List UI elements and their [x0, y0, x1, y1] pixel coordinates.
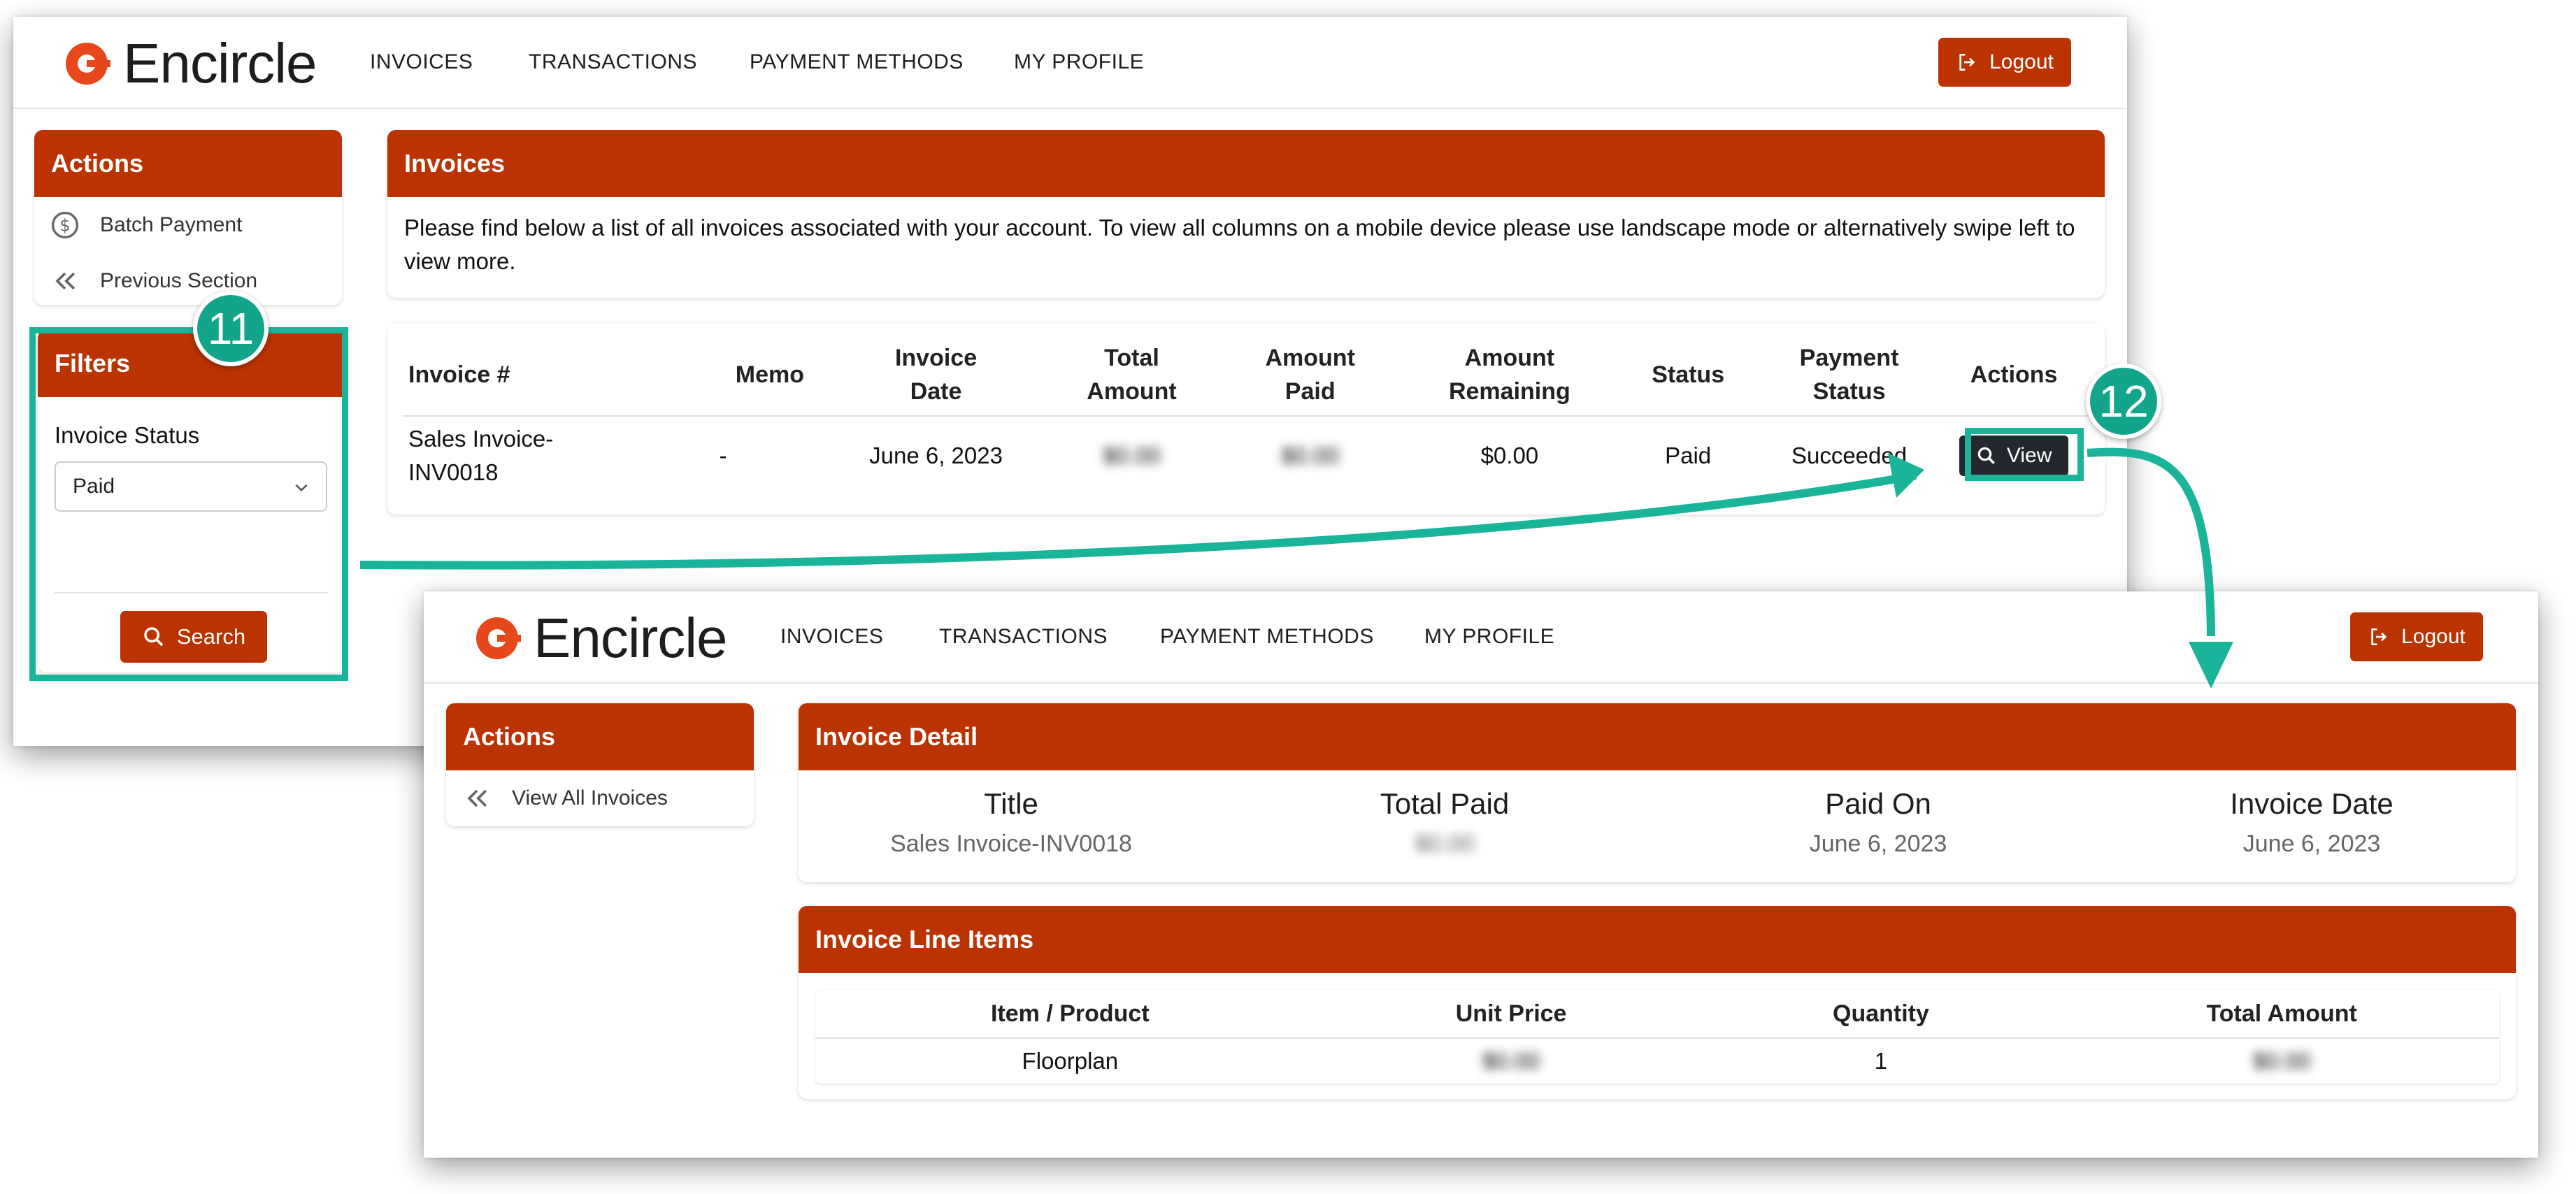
brand-name: Encircle [123, 32, 317, 94]
table-header-row: Invoice # Memo Invoice Date Total Amount… [403, 334, 2089, 417]
filters-highlight-box [29, 327, 348, 681]
invoices-table-panel: Invoice # Memo Invoice Date Total Amount… [387, 323, 2105, 515]
encircle-logo-icon [66, 43, 110, 85]
view-all-invoices-label: View All Invoices [512, 786, 668, 810]
line-items-title: Invoice Line Items [799, 906, 2516, 973]
detail-total-paid: Total Paid $0.00 [1263, 787, 1626, 858]
cell-invoice: Sales Invoice-INV0018 [408, 426, 554, 485]
encircle-logo[interactable]: Encircle [476, 607, 728, 670]
invoices-title: Invoices [387, 130, 2105, 197]
nav-transactions[interactable]: TRANSACTIONS [939, 625, 1108, 649]
top-nav: Encircle INVOICES TRANSACTIONS PAYMENT M… [13, 17, 2127, 109]
actions-title: Actions [446, 703, 754, 770]
cell-invoice-date: June 6, 2023 [869, 443, 1003, 468]
cell-memo: - [719, 443, 727, 468]
nav-my-profile[interactable]: MY PROFILE [1424, 625, 1554, 649]
view-button-highlight-box [1965, 428, 2084, 481]
invoice-detail-panel: Invoice Detail Title Sales Invoice-INV00… [799, 703, 2516, 882]
col-memo: Memo [713, 334, 827, 417]
detail-invoice-date: Invoice Date June 6, 2023 [2130, 787, 2493, 858]
line-items-panel: Invoice Line Items Item / Product Unit P… [799, 906, 2516, 1099]
table-row: Sales Invoice-INV0018 - June 6, 2023 $0.… [403, 416, 2089, 495]
cell-payment-status: Succeeded [1791, 443, 1908, 468]
col-quantity: Quantity [1697, 990, 2065, 1039]
detail-total-paid-label: Total Paid [1380, 787, 1510, 820]
line-items-table: Item / Product Unit Price Quantity Total… [815, 990, 2499, 1084]
invoices-table: Invoice # Memo Invoice Date Total Amount… [403, 334, 2089, 495]
double-chevron-left-icon [467, 789, 487, 807]
actions-panel: Actions View All Invoices [446, 703, 754, 826]
logout-icon [2371, 628, 2387, 645]
cell-total: $0.00 [2252, 1048, 2311, 1074]
col-unit-price: Unit Price [1324, 990, 1698, 1039]
cell-unit-price: $0.00 [1482, 1048, 1540, 1074]
cell-amount-remaining: $0.00 [1480, 443, 1539, 468]
detail-title: Title Sales Invoice-INV0018 [829, 787, 1193, 858]
invoices-description: Please find below a list of all invoices… [404, 215, 2075, 274]
detail-title-label: Title [984, 787, 1038, 820]
detail-invoice-date-value: June 6, 2023 [2242, 830, 2381, 857]
col-status: Status [1616, 334, 1760, 417]
nav-my-profile[interactable]: MY PROFILE [1014, 50, 1144, 74]
cell-item: Floorplan [1022, 1048, 1119, 1074]
top-nav: Encircle INVOICES TRANSACTIONS PAYMENT M… [424, 591, 2538, 684]
callout-badge-12: 12 [2086, 364, 2161, 439]
detail-paid-on-value: June 6, 2023 [1809, 830, 1947, 857]
logout-label: Logout [2401, 625, 2466, 648]
logout-icon [1959, 54, 1975, 71]
batch-payment-label: Batch Payment [100, 213, 243, 236]
logout-button[interactable]: Logout [2350, 612, 2483, 661]
view-all-invoices-action[interactable]: View All Invoices [461, 777, 668, 819]
double-chevron-left-icon [55, 272, 76, 290]
line-items-table-wrap: Item / Product Unit Price Quantity Total… [815, 990, 2499, 1084]
col-actions: Actions [1938, 334, 2089, 417]
actions-panel: Actions $ Batch Payment Previous Section [34, 130, 342, 305]
cell-amount-paid: $0.00 [1281, 443, 1339, 468]
invoices-panel: Invoices Please find below a list of all… [387, 130, 2105, 298]
col-invoice: Invoice # [403, 334, 714, 417]
cell-total-amount: $0.00 [1103, 443, 1161, 468]
col-amount-remaining: Amount Remaining [1403, 334, 1617, 417]
table-header-row: Item / Product Unit Price Quantity Total… [815, 990, 2499, 1039]
previous-section-label: Previous Section [100, 269, 258, 292]
nav-invoices[interactable]: INVOICES [780, 625, 883, 649]
actions-title: Actions [34, 130, 342, 197]
nav-invoices[interactable]: INVOICES [370, 50, 473, 74]
col-total-amount: Total Amount [1045, 334, 1218, 417]
col-total-amount: Total Amount [2064, 990, 2499, 1039]
nav-payment-methods[interactable]: PAYMENT METHODS [750, 50, 964, 74]
encircle-logo[interactable]: Encircle [66, 32, 317, 95]
logout-label: Logout [1989, 50, 2054, 73]
cell-quantity: 1 [1874, 1048, 1888, 1074]
encircle-logo-icon [476, 617, 521, 659]
nav-transactions[interactable]: TRANSACTIONS [529, 50, 697, 74]
detail-total-paid-value: $0.00 [1415, 830, 1475, 857]
table-row: Floorplan $0.00 1 $0.00 [815, 1038, 2499, 1084]
invoice-detail-screen: Encircle INVOICES TRANSACTIONS PAYMENT M… [424, 591, 2538, 1158]
detail-paid-on-label: Paid On [1825, 787, 1931, 820]
col-item-product: Item / Product [815, 990, 1325, 1039]
svg-text:$: $ [59, 215, 70, 235]
brand-name: Encircle [534, 607, 728, 669]
col-payment-status: Payment Status [1759, 334, 1939, 417]
cell-status: Paid [1665, 443, 1712, 468]
detail-paid-on: Paid On June 6, 2023 [1696, 787, 2060, 858]
logout-button[interactable]: Logout [1938, 38, 2071, 87]
col-amount-paid: Amount Paid [1217, 334, 1403, 417]
nav-payment-methods[interactable]: PAYMENT METHODS [1160, 625, 1374, 649]
invoice-detail-title: Invoice Detail [799, 703, 2516, 770]
detail-title-value: Sales Invoice-INV0018 [890, 830, 1132, 857]
batch-payment-action[interactable]: $ Batch Payment [50, 204, 242, 246]
col-invoice-date: Invoice Date [826, 334, 1046, 417]
callout-badge-11: 11 [193, 291, 269, 366]
detail-invoice-date-label: Invoice Date [2230, 787, 2393, 820]
dollar-circle-icon: $ [51, 211, 79, 239]
